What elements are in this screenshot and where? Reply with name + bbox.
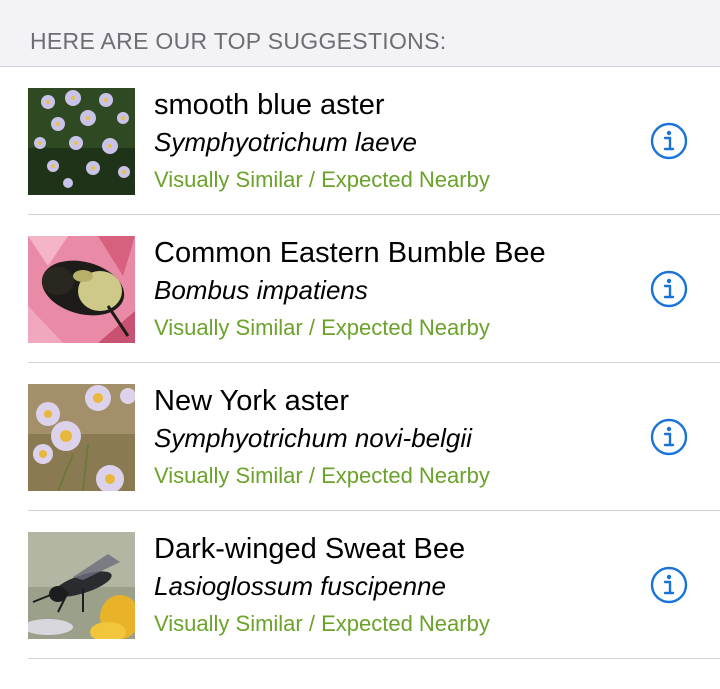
info-icon[interactable] xyxy=(650,418,688,456)
info-icon[interactable] xyxy=(650,122,688,160)
section-header-title: HERE ARE OUR TOP SUGGESTIONS: xyxy=(30,28,447,54)
common-name: smooth blue aster xyxy=(154,89,385,121)
section-header: HERE ARE OUR TOP SUGGESTIONS: xyxy=(0,0,720,67)
sweat-bee-photo xyxy=(28,532,135,639)
bumble-bee-photo xyxy=(28,236,135,343)
scientific-name: Symphyotrichum novi-belgii xyxy=(154,423,472,453)
scientific-name: Bombus impatiens xyxy=(154,275,368,305)
suggestion-row[interactable]: Dark-winged Sweat Bee Lasioglossum fusci… xyxy=(0,511,720,659)
common-name: Dark-winged Sweat Bee xyxy=(154,533,466,565)
suggestion-row[interactable]: New York aster Symphyotrichum novi-belgi… xyxy=(0,363,720,511)
smooth-blue-aster-photo xyxy=(28,88,135,195)
match-reason: Visually Similar / Expected Nearby xyxy=(154,315,490,340)
match-reason: Visually Similar / Expected Nearby xyxy=(154,463,490,488)
scientific-name: Lasioglossum fuscipenne xyxy=(154,571,446,601)
info-icon[interactable] xyxy=(650,566,688,604)
match-reason: Visually Similar / Expected Nearby xyxy=(154,611,490,636)
new-york-aster-photo xyxy=(28,384,135,491)
common-name: Common Eastern Bumble Bee xyxy=(154,237,546,269)
suggestion-row[interactable]: Common Eastern Bumble Bee Bombus impatie… xyxy=(0,215,720,363)
scientific-name: Symphyotrichum laeve xyxy=(154,127,417,157)
match-reason: Visually Similar / Expected Nearby xyxy=(154,167,490,192)
info-icon[interactable] xyxy=(650,270,688,308)
suggestion-row[interactable]: smooth blue aster Symphyotrichum laeve V… xyxy=(0,67,720,215)
common-name: New York aster xyxy=(154,385,350,417)
suggestion-list: smooth blue aster Symphyotrichum laeve V… xyxy=(0,67,720,659)
